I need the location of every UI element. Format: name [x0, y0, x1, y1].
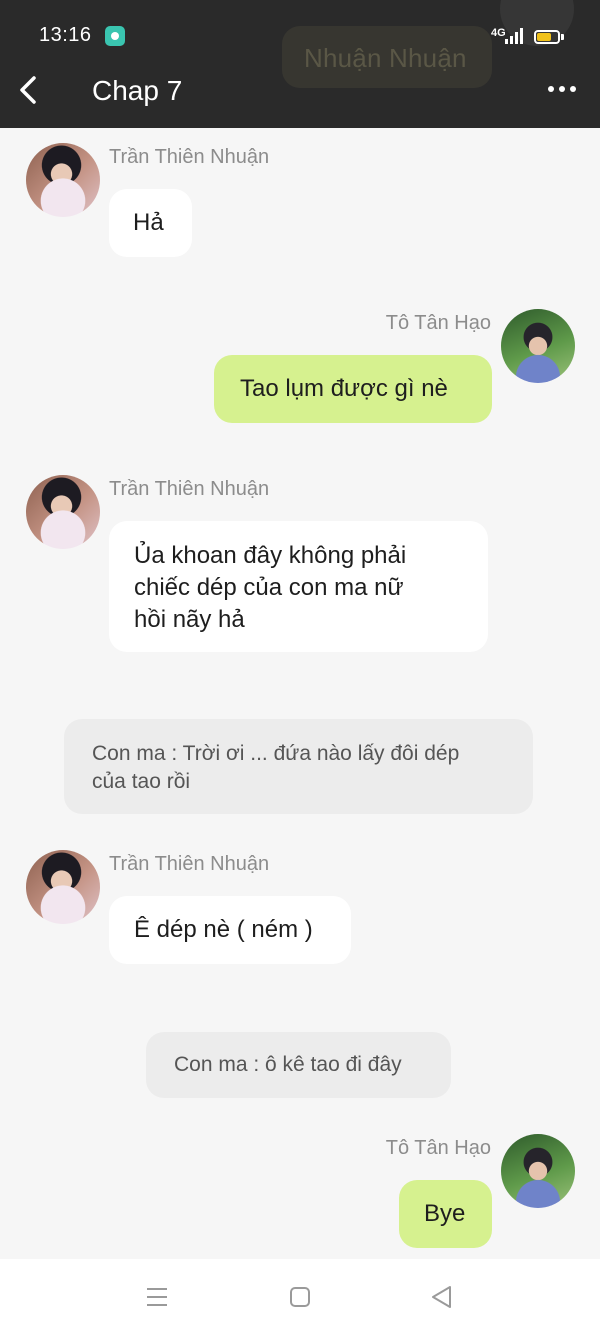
- system-message: Con ma : Trời ơi ... đứa nào lấy đôi dép…: [64, 719, 533, 814]
- home-square-icon[interactable]: [288, 1285, 312, 1309]
- battery-icon: [534, 30, 560, 44]
- message-bubble[interactable]: Ê dép nè ( ném ): [109, 896, 351, 964]
- page-title: Chap 7: [92, 75, 183, 106]
- status-time: 13:16: [39, 24, 92, 46]
- signal-icon: [505, 28, 525, 44]
- back-arrow-icon: [20, 76, 36, 104]
- my-message-bubble[interactable]: Tao lụm được gì nè: [214, 355, 492, 423]
- avatar-to-tan-hao[interactable]: [501, 309, 575, 383]
- avatar-tran-thien-nhuan[interactable]: [26, 143, 100, 217]
- sender-name: Trần Thiên Nhuận: [109, 478, 270, 500]
- sender-name: Tô Tân Hạo: [385, 1137, 491, 1159]
- system-navigation-bar: [0, 1259, 600, 1333]
- sender-name: Tô Tân Hạo: [385, 312, 491, 334]
- system-line: Con ma : Trời ơi ... đứa nào lấy đôi dép: [92, 742, 460, 765]
- back-triangle-icon[interactable]: [429, 1284, 455, 1310]
- sender-name: Trần Thiên Nhuận: [109, 146, 270, 168]
- back-button[interactable]: [14, 70, 46, 110]
- message-bubble[interactable]: Hả: [109, 189, 192, 257]
- system-line: của tao rồi: [92, 770, 191, 793]
- message-bubble[interactable]: Ủa khoan đây không phải chiếc dép của co…: [109, 521, 488, 652]
- avatar-tran-thien-nhuan[interactable]: [26, 475, 100, 549]
- my-message-bubble[interactable]: Bye: [399, 1180, 492, 1248]
- background-message: Nhuận Nhuận: [304, 43, 467, 73]
- message-line: Ủa khoan đây không phải: [134, 542, 407, 569]
- avatar-to-tan-hao[interactable]: [501, 1134, 575, 1208]
- notification-app-icon: [105, 26, 125, 46]
- more-options-button[interactable]: [544, 80, 580, 100]
- recent-apps-menu-icon[interactable]: [145, 1286, 169, 1308]
- message-line: hồi nãy hả: [134, 606, 245, 633]
- avatar-tran-thien-nhuan[interactable]: [26, 850, 100, 924]
- network-label: 4G: [491, 27, 506, 39]
- system-message: Con ma : ô kê tao đi đây: [146, 1032, 451, 1098]
- sender-name: Trần Thiên Nhuận: [109, 853, 270, 875]
- top-bar: Nhuận Nhuận 13:16 4G Chap 7: [0, 0, 600, 128]
- message-line: chiếc dép của con ma nữ: [134, 574, 404, 601]
